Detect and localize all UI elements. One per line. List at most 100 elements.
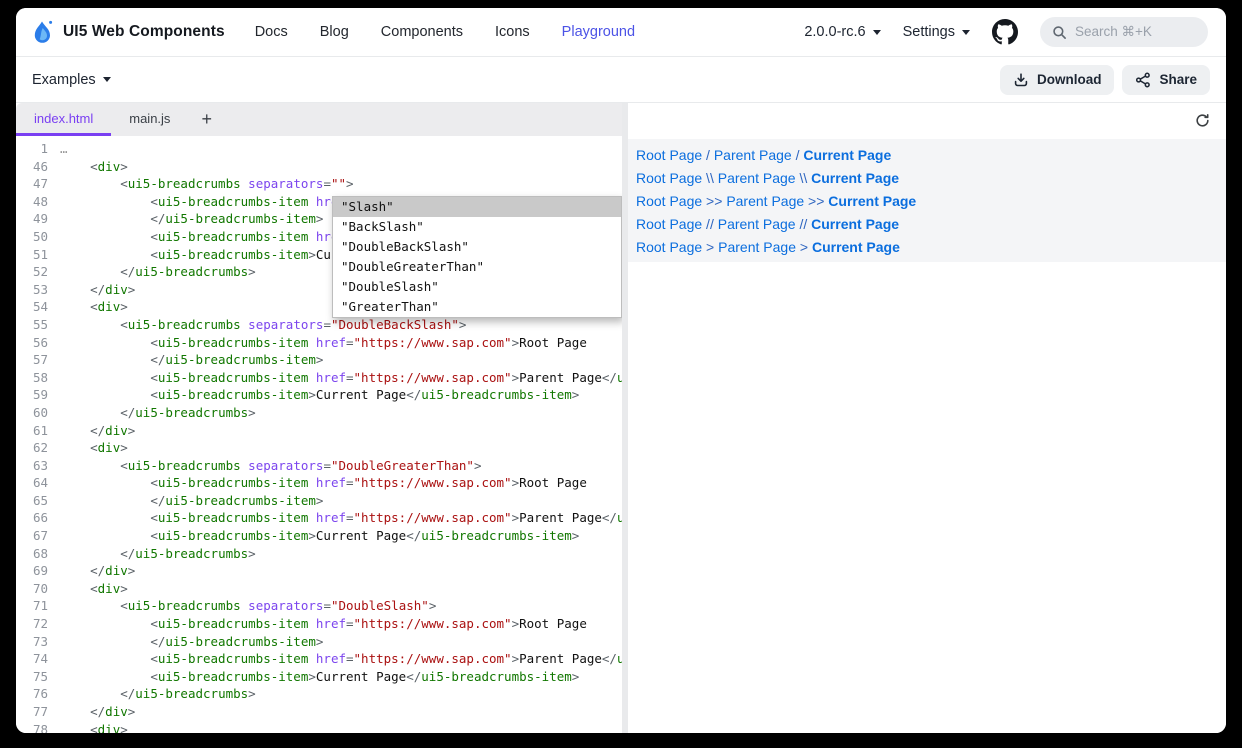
refresh-icon[interactable] — [1194, 112, 1212, 130]
breadcrumb: Root Page / Parent Page / Current Page — [636, 143, 1226, 166]
breadcrumb-link[interactable]: Parent Page — [714, 147, 792, 163]
tab-index-html[interactable]: index.html — [16, 103, 111, 136]
code-line[interactable]: 61 </div> — [16, 422, 622, 440]
nav-icons[interactable]: Icons — [495, 24, 530, 40]
line-content: <div> — [60, 298, 128, 316]
code-line[interactable]: 60 </ui5-breadcrumbs> — [16, 404, 622, 422]
breadcrumb-link[interactable]: Parent Page — [718, 239, 796, 255]
nav-blog[interactable]: Blog — [320, 24, 349, 40]
line-number: 66 — [16, 509, 48, 527]
breadcrumb-link[interactable]: Root Page — [636, 216, 702, 232]
line-number: 56 — [16, 334, 48, 352]
code-line[interactable]: 68 </ui5-breadcrumbs> — [16, 545, 622, 563]
code-line[interactable]: 59 <ui5-breadcrumbs-item>Current Page</u… — [16, 386, 622, 404]
line-number: 50 — [16, 228, 48, 246]
main-split: index.html main.js + 1 … 46 <div> 47 <ui… — [16, 103, 1226, 733]
autocomplete-option[interactable]: "DoubleSlash" — [333, 277, 621, 297]
breadcrumb-separator: >> — [702, 193, 726, 209]
breadcrumb-separator: > — [702, 239, 718, 255]
search-input[interactable]: Search ⌘+K — [1040, 17, 1208, 47]
code-line[interactable]: 65 </ui5-breadcrumbs-item> — [16, 492, 622, 510]
code-line[interactable]: 58 <ui5-breadcrumbs-item href="https://w… — [16, 369, 622, 387]
breadcrumb-link[interactable]: Parent Page — [726, 193, 804, 209]
github-icon[interactable] — [992, 19, 1018, 45]
breadcrumb-current-page: Current Page — [811, 216, 899, 232]
line-content: … — [60, 140, 68, 158]
line-number: 77 — [16, 703, 48, 721]
code-line[interactable]: 62 <div> — [16, 439, 622, 457]
code-line[interactable]: 75 <ui5-breadcrumbs-item>Current Page</u… — [16, 668, 622, 686]
breadcrumb-link[interactable]: Root Page — [636, 147, 702, 163]
line-number: 65 — [16, 492, 48, 510]
line-number: 59 — [16, 386, 48, 404]
code-line[interactable]: 66 <ui5-breadcrumbs-item href="https://w… — [16, 509, 622, 527]
autocomplete-option[interactable]: "DoubleGreaterThan" — [333, 257, 621, 277]
breadcrumb-link[interactable]: Parent Page — [718, 216, 796, 232]
line-number: 60 — [16, 404, 48, 422]
breadcrumb-link[interactable]: Root Page — [636, 170, 702, 186]
breadcrumb-link[interactable]: Root Page — [636, 239, 702, 255]
line-number: 55 — [16, 316, 48, 334]
breadcrumb-separator: > — [796, 239, 812, 255]
code-line[interactable]: 74 <ui5-breadcrumbs-item href="https://w… — [16, 650, 622, 668]
autocomplete-popup: "Slash""BackSlash""DoubleBackSlash""Doub… — [332, 196, 622, 318]
line-number: 52 — [16, 263, 48, 281]
line-number: 61 — [16, 422, 48, 440]
line-content: <div> — [60, 158, 128, 176]
nav-components[interactable]: Components — [381, 24, 463, 40]
line-content: </ui5-breadcrumbs-item> — [60, 633, 323, 651]
code-line[interactable]: 71 <ui5-breadcrumbs separators="DoubleSl… — [16, 597, 622, 615]
line-content: </ui5-breadcrumbs> — [60, 545, 256, 563]
autocomplete-option[interactable]: "GreaterThan" — [333, 297, 621, 317]
nav-docs[interactable]: Docs — [255, 24, 288, 40]
code-line[interactable]: 69 </div> — [16, 562, 622, 580]
line-number: 71 — [16, 597, 48, 615]
brand[interactable]: UI5 Web Components — [32, 19, 225, 45]
line-content: </ui5-breadcrumbs> — [60, 404, 256, 422]
app-window: UI5 Web Components Docs Blog Components … — [16, 8, 1226, 733]
line-number: 70 — [16, 580, 48, 598]
nav-playground[interactable]: Playground — [562, 24, 635, 40]
code-line[interactable]: 55 <ui5-breadcrumbs separators="DoubleBa… — [16, 316, 622, 334]
line-content: </div> — [60, 703, 135, 721]
site-header: UI5 Web Components Docs Blog Components … — [16, 8, 1226, 57]
version-menu[interactable]: 2.0.0-rc.6 — [804, 24, 880, 40]
version-label: 2.0.0-rc.6 — [804, 24, 865, 40]
examples-menu[interactable]: Examples — [32, 72, 111, 88]
code-line[interactable]: 77 </div> — [16, 703, 622, 721]
download-button[interactable]: Download — [1000, 65, 1115, 95]
code-line[interactable]: 70 <div> — [16, 580, 622, 598]
breadcrumb-current-page: Current Page — [812, 239, 900, 255]
code-line[interactable]: 78 <div> — [16, 721, 622, 733]
share-button[interactable]: Share — [1122, 65, 1210, 95]
share-icon — [1135, 72, 1151, 88]
tab-main-js[interactable]: main.js — [111, 103, 188, 136]
chevron-down-icon — [873, 30, 881, 35]
code-line[interactable]: 76 </ui5-breadcrumbs> — [16, 685, 622, 703]
autocomplete-option[interactable]: "BackSlash" — [333, 217, 621, 237]
line-content: </ui5-breadcrumbs-item> — [60, 351, 323, 369]
code-line[interactable]: 72 <ui5-breadcrumbs-item href="https://w… — [16, 615, 622, 633]
code-line[interactable]: 46 <div> — [16, 158, 622, 176]
line-content: </div> — [60, 422, 135, 440]
code-line[interactable]: 64 <ui5-breadcrumbs-item href="https://w… — [16, 474, 622, 492]
code-line[interactable]: 67 <ui5-breadcrumbs-item>Current Page</u… — [16, 527, 622, 545]
breadcrumb-link[interactable]: Root Page — [636, 193, 702, 209]
editor-tabbar: index.html main.js + — [16, 103, 622, 136]
code-line[interactable]: 57 </ui5-breadcrumbs-item> — [16, 351, 622, 369]
code-line[interactable]: 47 <ui5-breadcrumbs separators=""> — [16, 175, 622, 193]
autocomplete-option[interactable]: "Slash" — [333, 197, 621, 217]
settings-label: Settings — [903, 24, 955, 40]
code-line[interactable]: 73 </ui5-breadcrumbs-item> — [16, 633, 622, 651]
autocomplete-option[interactable]: "DoubleBackSlash" — [333, 237, 621, 257]
code-line[interactable]: 1 … — [16, 140, 622, 158]
line-number: 53 — [16, 281, 48, 299]
line-content: <ui5-breadcrumbs-item href="https://www.… — [60, 509, 622, 527]
line-content: <ui5-breadcrumbs-item href="https://www.… — [60, 369, 622, 387]
line-content: <ui5-breadcrumbs-item href="https://www.… — [60, 474, 587, 492]
add-tab-button[interactable]: + — [188, 103, 225, 136]
code-line[interactable]: 63 <ui5-breadcrumbs separators="DoubleGr… — [16, 457, 622, 475]
settings-menu[interactable]: Settings — [903, 24, 970, 40]
breadcrumb-link[interactable]: Parent Page — [718, 170, 796, 186]
code-line[interactable]: 56 <ui5-breadcrumbs-item href="https://w… — [16, 334, 622, 352]
